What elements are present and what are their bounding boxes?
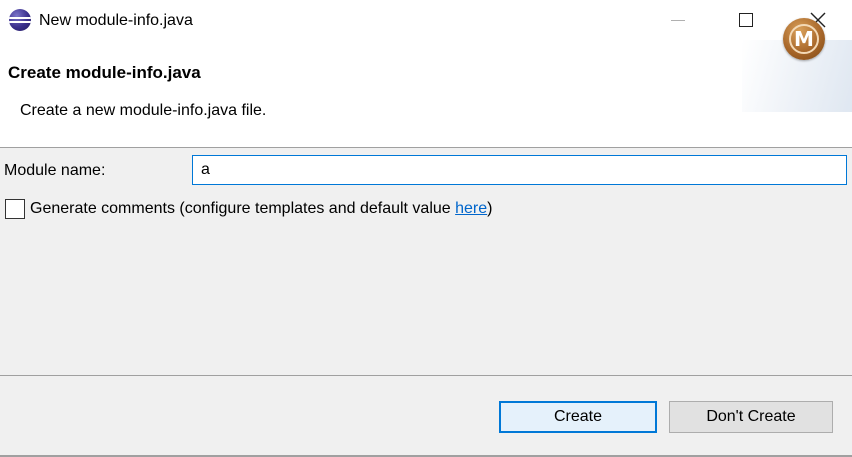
maximize-icon	[739, 13, 753, 27]
maximize-button[interactable]	[716, 0, 776, 40]
title-bar: New module-info.java	[0, 0, 852, 40]
create-button[interactable]: Create	[499, 401, 657, 433]
module-name-input[interactable]	[192, 155, 847, 185]
window-title: New module-info.java	[39, 12, 193, 29]
page-title: Create module-info.java	[8, 63, 201, 82]
page-description: Create a new module-info.java file.	[20, 102, 267, 119]
configure-templates-link[interactable]: here	[455, 200, 487, 217]
minimize-icon	[671, 19, 685, 21]
module-name-label: Module name:	[4, 162, 106, 179]
minimize-button[interactable]	[648, 0, 708, 40]
dont-create-button[interactable]: Don't Create	[669, 401, 833, 433]
wizard-logo-letter: M	[789, 24, 819, 54]
generate-comments-text: Generate comments (configure templates a…	[30, 200, 456, 217]
closing-paren: )	[487, 200, 493, 217]
generate-comments-label: Generate comments (configure templates a…	[30, 199, 492, 219]
eclipse-icon	[9, 9, 31, 31]
wizard-logo-icon: M	[783, 18, 825, 60]
generate-comments-checkbox[interactable]	[5, 199, 25, 219]
button-bar-separator	[0, 375, 852, 376]
wizard-header: Create module-info.java Create a new mod…	[0, 40, 852, 147]
header-separator	[0, 147, 852, 148]
